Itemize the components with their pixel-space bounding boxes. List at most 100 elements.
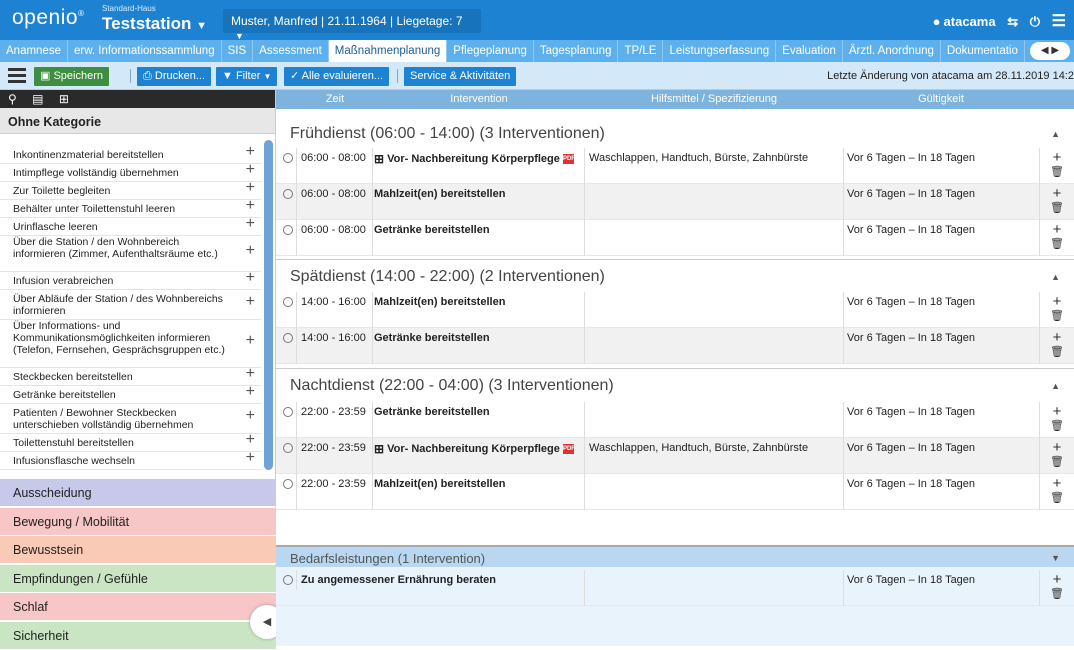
table-row[interactable]: 22:00 - 23:59 ⊞ Vor- Nachbereitung Körper… bbox=[276, 438, 1074, 474]
list-item[interactable]: Getränke bereitstellen + bbox=[0, 384, 261, 404]
tab-evaluation[interactable]: Evaluation bbox=[776, 40, 843, 62]
plus-icon[interactable]: + bbox=[246, 216, 255, 232]
service-activities-button[interactable]: Service & Aktivitäten bbox=[404, 67, 517, 86]
save-button[interactable]: ▣ Speichern bbox=[34, 67, 110, 86]
tab-assessment[interactable]: Assessment bbox=[253, 40, 329, 62]
plus-icon[interactable]: + bbox=[1053, 329, 1062, 346]
chevron-up-icon[interactable]: ▲ bbox=[1051, 272, 1060, 282]
table-row[interactable]: 06:00 - 08:00 Getränke bereitstellen Vor 6… bbox=[276, 220, 1074, 256]
tab-ma-nahmenplanung[interactable]: Maßnahmenplanung bbox=[328, 40, 448, 62]
category-sicherheit[interactable]: Sicherheit bbox=[0, 621, 276, 650]
plus-icon[interactable]: + bbox=[1053, 403, 1062, 420]
list-item[interactable]: Steckbecken bereitstellen + bbox=[0, 366, 261, 386]
hamburger-menu-icon[interactable]: ☰ bbox=[1052, 13, 1066, 30]
plus-icon[interactable]: + bbox=[246, 180, 255, 196]
table-row[interactable]: 22:00 - 23:59 Mahlzeit(en) bereitstellen V… bbox=[276, 474, 1074, 510]
radio-button[interactable] bbox=[283, 443, 293, 453]
chevron-left-icon[interactable]: ◀ bbox=[1041, 45, 1049, 56]
shift-section-header[interactable]: Spätdienst (14:00 - 22:00) (2 Interventi… bbox=[276, 268, 1074, 290]
tab-erw-informationssammlung[interactable]: erw. Informationssammlung bbox=[68, 40, 222, 62]
radio-button[interactable] bbox=[283, 479, 293, 489]
plus-icon[interactable]: + bbox=[246, 450, 255, 466]
bedarf-section-header[interactable]: Bedarfsleistungen (1 Intervention) ▼ bbox=[276, 545, 1074, 567]
list-item[interactable]: Intimpflege vollständig übernehmen + bbox=[0, 162, 261, 182]
print-button[interactable]: ⎙ Drucken... bbox=[137, 67, 212, 86]
list-item[interactable]: Inkontinenzmaterial bereitstellen + bbox=[0, 144, 261, 164]
tab-leistungserfassung[interactable]: Leistungserfassung bbox=[663, 40, 777, 62]
plus-icon[interactable]: + bbox=[1053, 149, 1062, 166]
table-row[interactable]: Zu angemessener Ernährung beraten Vor 6 T… bbox=[276, 570, 1074, 606]
table-row[interactable]: 14:00 - 16:00 Mahlzeit(en) bereitstellen V… bbox=[276, 292, 1074, 328]
category-bewegung-mobilit-t[interactable]: Bewegung / Mobilität bbox=[0, 507, 276, 536]
plus-icon[interactable]: + bbox=[246, 162, 255, 178]
pdf-icon[interactable]: PDF bbox=[562, 444, 575, 454]
category-empfindungen-gef-hle[interactable]: Empfindungen / Gefühle bbox=[0, 564, 276, 593]
table-row[interactable]: 22:00 - 23:59 Getränke bereitstellen Vor 6… bbox=[276, 402, 1074, 438]
chevron-up-icon[interactable]: ▲ bbox=[1051, 381, 1060, 391]
user-name[interactable]: atacama bbox=[944, 14, 996, 29]
list-item[interactable]: Patienten / Bewohner Steckbecken untersc… bbox=[0, 404, 261, 434]
list-item[interactable]: Über Informations- und Kommunikationsmög… bbox=[0, 320, 261, 368]
grid-icon[interactable]: ⊞ bbox=[59, 92, 75, 106]
list-item[interactable]: Über die Station / den Wohnbereich infor… bbox=[0, 236, 261, 272]
plus-icon[interactable]: + bbox=[1053, 293, 1062, 310]
table-row[interactable]: 06:00 - 08:00 Mahlzeit(en) bereitstellen V… bbox=[276, 184, 1074, 220]
plus-icon[interactable]: + bbox=[246, 384, 255, 400]
plus-icon[interactable]: + bbox=[246, 366, 255, 382]
filter-button[interactable]: ▼ Filter ▼ bbox=[216, 67, 278, 86]
list-item[interactable]: Infusion verabreichen + bbox=[0, 270, 261, 290]
category-schlaf[interactable]: Schlaf bbox=[0, 593, 276, 621]
trash-icon[interactable]: 🗑 bbox=[1050, 202, 1064, 214]
power-icon[interactable]: ⏻ bbox=[1030, 14, 1040, 29]
book-icon[interactable]: ▤ bbox=[32, 92, 49, 106]
category-ausscheidung[interactable]: Ausscheidung bbox=[0, 479, 276, 507]
plus-icon[interactable]: + bbox=[1053, 185, 1062, 202]
trash-icon[interactable]: 🗑 bbox=[1050, 588, 1064, 600]
trash-icon[interactable]: 🗑 bbox=[1050, 456, 1064, 468]
shift-section-header[interactable]: Frühdienst (06:00 - 14:00) (3 Interventi… bbox=[276, 125, 1074, 147]
plus-icon[interactable]: + bbox=[1053, 439, 1062, 456]
tab-anamnese[interactable]: Anamnese bbox=[0, 40, 68, 62]
list-item[interactable]: Behälter unter Toilettenstuhl leeren + bbox=[0, 198, 261, 218]
list-item[interactable]: Über Abläufe der Station / des Wohnberei… bbox=[0, 290, 261, 320]
category-bewusstsein[interactable]: Bewusstsein bbox=[0, 536, 276, 564]
table-row[interactable]: 14:00 - 16:00 Getränke bereitstellen Vor 6… bbox=[276, 328, 1074, 364]
plus-icon[interactable]: + bbox=[246, 270, 255, 286]
station-selector[interactable]: Teststation ▼ bbox=[102, 14, 207, 34]
radio-button[interactable] bbox=[283, 407, 293, 417]
plus-icon[interactable]: + bbox=[1053, 221, 1062, 238]
shift-section-header[interactable]: Nachtdienst (22:00 - 04:00) (3 Intervent… bbox=[276, 377, 1074, 399]
plus-icon[interactable]: + bbox=[246, 432, 255, 448]
search-icon[interactable]: ⚲ bbox=[8, 92, 23, 106]
pdf-icon[interactable]: PDF bbox=[562, 154, 575, 164]
tab-tagesplanung[interactable]: Tagesplanung bbox=[534, 40, 619, 62]
plus-icon[interactable]: + bbox=[1053, 571, 1062, 588]
tab-dokumentatio[interactable]: Dokumentatio bbox=[941, 40, 1025, 62]
list-item[interactable]: Toilettenstuhl bereitstellen + bbox=[0, 432, 261, 452]
trash-icon[interactable]: 🗑 bbox=[1050, 166, 1064, 178]
radio-button[interactable] bbox=[283, 189, 293, 199]
plus-icon[interactable]: + bbox=[246, 408, 255, 424]
category-title[interactable]: Ohne Kategorie bbox=[0, 108, 275, 134]
table-row[interactable]: 06:00 - 08:00 ⊞ Vor- Nachbereitung Körper… bbox=[276, 148, 1074, 184]
plus-icon[interactable]: + bbox=[1053, 475, 1062, 492]
chevron-right-icon[interactable]: ▶ bbox=[1051, 45, 1059, 56]
switch-icon[interactable]: ⇆ bbox=[1007, 14, 1018, 29]
trash-icon[interactable]: 🗑 bbox=[1050, 420, 1064, 432]
radio-button[interactable] bbox=[283, 333, 293, 343]
scrollbar[interactable] bbox=[264, 140, 273, 470]
tab-sis[interactable]: SIS bbox=[222, 40, 254, 62]
list-item[interactable]: Infusionsflasche wechseln + bbox=[0, 450, 261, 470]
radio-button[interactable] bbox=[283, 575, 293, 585]
menu-icon[interactable] bbox=[8, 68, 26, 83]
evaluate-all-button[interactable]: ✓ Alle evaluieren... bbox=[284, 67, 389, 86]
list-item[interactable]: Urinflasche leeren + bbox=[0, 216, 261, 236]
plus-icon[interactable]: + bbox=[246, 333, 255, 349]
tab-pflegeplanung[interactable]: Pflegeplanung bbox=[447, 40, 534, 62]
trash-icon[interactable]: 🗑 bbox=[1050, 310, 1064, 322]
tab-tp-le[interactable]: TP/LE bbox=[618, 40, 664, 62]
radio-button[interactable] bbox=[283, 225, 293, 235]
chevron-up-icon[interactable]: ▲ bbox=[1051, 129, 1060, 139]
trash-icon[interactable]: 🗑 bbox=[1050, 346, 1064, 358]
tab-scroll-arrows[interactable]: ◀ ▶ bbox=[1030, 42, 1070, 60]
